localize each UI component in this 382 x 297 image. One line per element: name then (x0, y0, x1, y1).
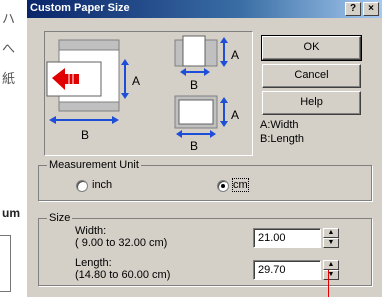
help-button[interactable]: Help (262, 91, 361, 115)
label-b: B (190, 78, 198, 92)
custom-paper-size-dialog: Custom Paper Size ? × A B A B A B OK Can… (26, 0, 382, 297)
label-a: A (231, 48, 239, 62)
measurement-unit-group: Measurement Unit inch cm (38, 159, 372, 201)
background-text: へ (2, 41, 16, 56)
width-range: ( 9.00 to 32.00 cm) (75, 237, 168, 249)
background-panel (0, 235, 11, 292)
label-a: A (132, 74, 140, 88)
cm-radio[interactable] (217, 180, 229, 192)
width-down-arrow-icon[interactable]: ▼ (323, 238, 339, 248)
label-a: A (231, 108, 239, 122)
label-b: B (190, 139, 198, 153)
paper-preview: A B A B A B (44, 31, 253, 156)
title-bar[interactable]: Custom Paper Size ? × (27, 0, 382, 18)
background-text: ハ (2, 11, 16, 26)
measurement-unit-label: Measurement Unit (47, 159, 141, 171)
size-label: Size (47, 212, 73, 224)
width-up-arrow-icon[interactable]: ▲ (323, 228, 339, 238)
length-range: (14.80 to 60.00 cm) (75, 269, 171, 281)
length-spinner[interactable]: ▲ ▼ (323, 260, 339, 280)
label-b: B (81, 128, 89, 142)
callout-pointer-line (328, 270, 329, 297)
help-title-button[interactable]: ? (345, 2, 361, 16)
length-up-arrow-icon[interactable]: ▲ (323, 260, 339, 270)
width-label: Width: (75, 225, 107, 237)
length-label: Length: (75, 257, 112, 269)
close-button[interactable]: × (363, 2, 379, 16)
paper-orientation-illustration: A B A B A B (46, 35, 239, 153)
ok-button[interactable]: OK (261, 35, 362, 61)
inch-radio[interactable] (76, 180, 88, 192)
dialog-title: Custom Paper Size (30, 2, 130, 14)
width-field[interactable]: 21.00 (253, 228, 321, 248)
legend-length: B:Length (260, 133, 305, 145)
inch-label[interactable]: inch (92, 179, 112, 191)
cm-label[interactable]: cm (232, 178, 249, 192)
background-text: um (2, 206, 20, 220)
size-group: Size Width: ( 9.00 to 32.00 cm) 21.00 ▲ … (38, 212, 372, 286)
length-field[interactable]: 29.70 (253, 260, 321, 280)
legend-width: A:Width (260, 119, 299, 131)
background-text: 紙 (2, 71, 16, 86)
length-down-arrow-icon[interactable]: ▼ (323, 270, 339, 280)
cancel-button[interactable]: Cancel (262, 64, 361, 88)
width-spinner[interactable]: ▲ ▼ (323, 228, 339, 248)
